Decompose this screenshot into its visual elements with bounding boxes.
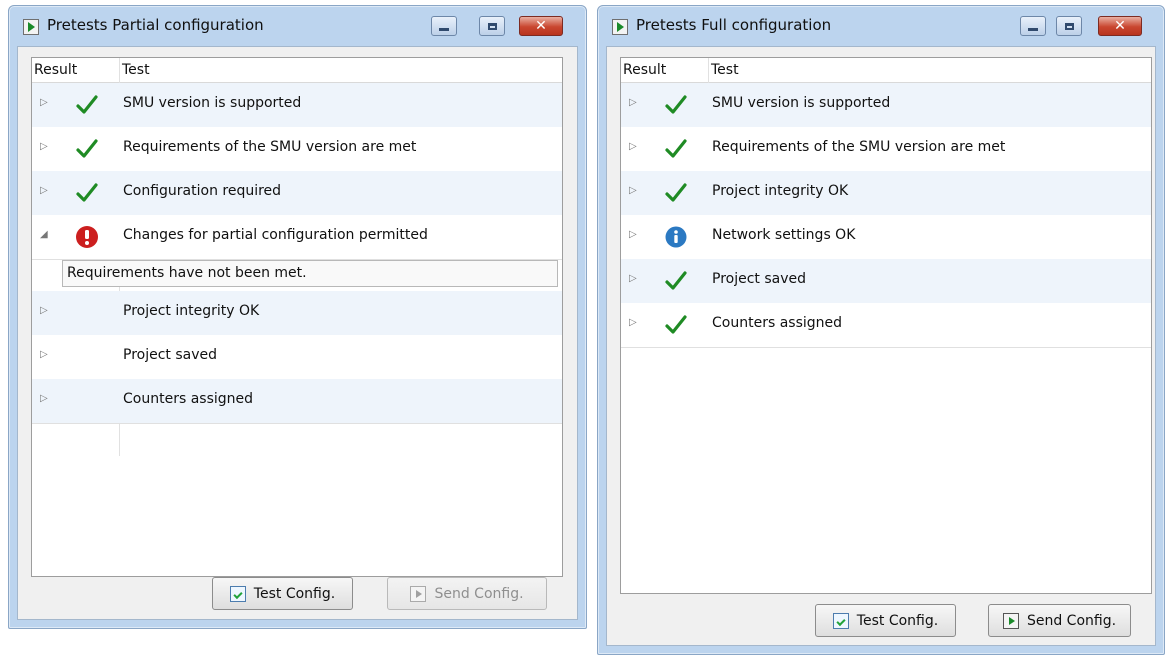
column-header-test[interactable]: Test [122,62,150,78]
collapse-arrow-icon[interactable]: ◢ [40,230,48,240]
test-label: Project saved [712,271,807,287]
column-header-result[interactable]: Result [623,62,666,78]
expand-arrow-icon[interactable]: ▷ [629,230,637,240]
minimize-icon [1028,27,1038,31]
close-icon: ✕ [1114,18,1126,34]
check-icon [76,95,98,114]
expand-arrow-icon[interactable]: ▷ [40,306,48,316]
send-config-icon [410,585,427,602]
send-config-label: Send Config. [434,585,524,602]
close-button[interactable]: ✕ [1098,16,1142,36]
test-row[interactable]: ▷ Requirements of the SMU version are met [32,127,562,172]
partial-config-window: Pretests Partial configuration ✕ Result … [8,5,587,629]
full-titlebar[interactable]: Pretests Full configuration ✕ [598,6,1164,46]
partial-client-area: Result Test ▷ SMU version is supported ▷ Re… [17,46,578,620]
send-config-button[interactable]: Send Config. [387,577,547,610]
close-button[interactable]: ✕ [519,16,563,36]
expand-arrow-icon[interactable]: ▷ [40,350,48,360]
test-row[interactable]: ▷ Project saved [32,335,562,380]
expand-arrow-icon[interactable]: ▷ [629,142,637,152]
test-label: Counters assigned [712,315,843,331]
app-icon [23,19,39,35]
full-config-window: Pretests Full configuration ✕ Result Tes… [597,5,1165,655]
test-label: Network settings OK [712,227,856,243]
pretest-results-grid: Result Test ▷ SMU version is supported ▷ Re… [620,57,1152,594]
test-row[interactable]: ▷ SMU version is supported [621,83,1151,128]
check-icon [665,271,687,290]
test-label: Configuration required [123,183,282,199]
test-label: Counters assigned [123,391,254,407]
maximize-icon [1064,22,1074,30]
check-icon [76,139,98,158]
test-label: Requirements of the SMU version are met [123,139,417,155]
full-client-area: Result Test ▷ SMU version is supported ▷ Re… [606,46,1156,646]
test-row[interactable]: ▷ Network settings OK [621,215,1151,260]
column-header-result[interactable]: Result [34,62,77,78]
expand-arrow-icon[interactable]: ▷ [40,186,48,196]
test-row[interactable]: ▷ Project integrity OK [32,291,562,336]
expand-arrow-icon[interactable]: ▷ [629,98,637,108]
test-config-button[interactable]: Test Config. [212,577,353,610]
column-header-test[interactable]: Test [711,62,739,78]
test-label: Project saved [123,347,218,363]
test-config-button[interactable]: Test Config. [815,604,956,637]
expand-arrow-icon[interactable]: ▷ [40,142,48,152]
expand-arrow-icon[interactable]: ▷ [629,186,637,196]
maximize-icon [487,22,497,30]
error-icon [76,226,98,248]
grid-header: Result Test [32,58,562,83]
check-icon [665,95,687,114]
test-label: SMU version is supported [123,95,302,111]
send-config-icon [1002,612,1019,629]
partial-titlebar[interactable]: Pretests Partial configuration ✕ [9,6,586,46]
send-config-label: Send Config. [1026,612,1117,629]
test-row[interactable]: ▷ Configuration required [32,171,562,216]
check-icon [665,139,687,158]
expand-arrow-icon[interactable]: ▷ [40,394,48,404]
test-config-label: Test Config. [856,612,939,629]
pretest-results-grid: Result Test ▷ SMU version is supported ▷ Re… [31,57,563,577]
test-config-icon [229,585,246,602]
maximize-button[interactable] [1056,16,1082,36]
test-label: Project integrity OK [123,303,260,319]
send-config-button[interactable]: Send Config. [988,604,1131,637]
test-row[interactable]: ▷ Counters assigned [32,379,562,424]
grid-header: Result Test [621,58,1151,83]
app-icon [612,19,628,35]
close-icon: ✕ [535,18,547,34]
info-icon [665,226,687,248]
test-label: Project integrity OK [712,183,849,199]
test-config-label: Test Config. [253,585,336,602]
window-title: Pretests Full configuration [636,16,832,34]
test-label: Requirements of the SMU version are met [712,139,1006,155]
test-row[interactable]: ▷ Requirements of the SMU version are met [621,127,1151,172]
minimize-button[interactable] [431,16,457,36]
check-icon [665,183,687,202]
test-label: Changes for partial configuration permit… [123,227,428,243]
test-row[interactable]: ▷ Project saved [621,259,1151,304]
expand-arrow-icon[interactable]: ▷ [629,274,637,284]
detail-message: Requirements have not been met. [62,260,558,287]
test-row[interactable]: ▷ SMU version is supported [32,83,562,128]
minimize-button[interactable] [1020,16,1046,36]
expand-arrow-icon[interactable]: ▷ [40,98,48,108]
minimize-icon [439,27,449,31]
window-title: Pretests Partial configuration [47,16,264,34]
check-icon [76,183,98,202]
test-row[interactable]: ▷ Project integrity OK [621,171,1151,216]
detail-text: Requirements have not been met. [67,265,307,281]
check-icon [665,315,687,334]
test-label: SMU version is supported [712,95,891,111]
expand-arrow-icon[interactable]: ▷ [629,318,637,328]
test-row[interactable]: ◢ Changes for partial configuration permi… [32,215,562,260]
maximize-button[interactable] [479,16,505,36]
test-row[interactable]: ▷ Counters assigned [621,303,1151,348]
test-config-icon [832,612,849,629]
